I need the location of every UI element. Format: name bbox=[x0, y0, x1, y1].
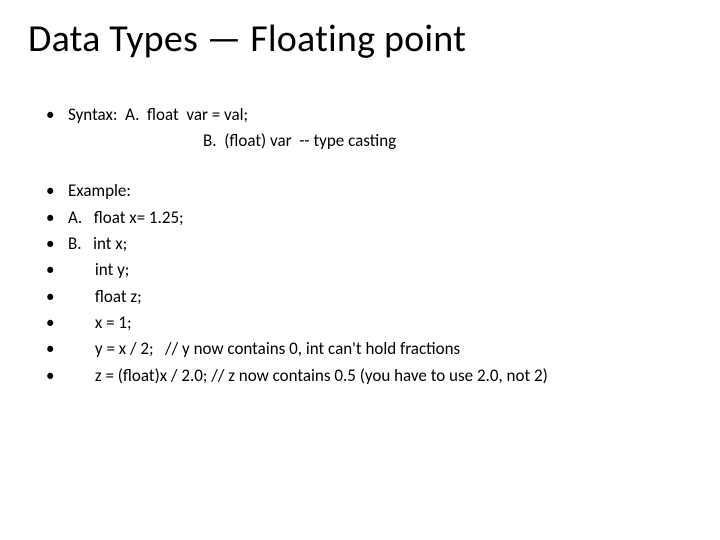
example-b: B. int x; bbox=[28, 231, 692, 257]
example-a: A. float x= 1.25; bbox=[28, 205, 692, 231]
example-l4: y = x / 2; // y now contains 0, int can'… bbox=[28, 336, 692, 362]
example-list: Example: A. float x= 1.25; B. int x; int… bbox=[28, 178, 692, 389]
bullet-list: Syntax: A. float var = val; bbox=[28, 102, 692, 128]
example-l3: x = 1; bbox=[28, 310, 692, 336]
slide: Data Types — Floating point Syntax: A. f… bbox=[0, 0, 720, 540]
example-l2: float z; bbox=[28, 284, 692, 310]
example-head: Example: bbox=[28, 178, 692, 204]
example-l5: z = (float)x / 2.0; // z now contains 0.… bbox=[28, 363, 692, 389]
slide-title: Data Types — Floating point bbox=[28, 18, 692, 62]
syntax-sub: B. (float) var -- type casting bbox=[28, 128, 692, 154]
spacer bbox=[28, 154, 692, 178]
syntax-line: Syntax: A. float var = val; bbox=[28, 102, 692, 128]
example-l1: int y; bbox=[28, 257, 692, 283]
